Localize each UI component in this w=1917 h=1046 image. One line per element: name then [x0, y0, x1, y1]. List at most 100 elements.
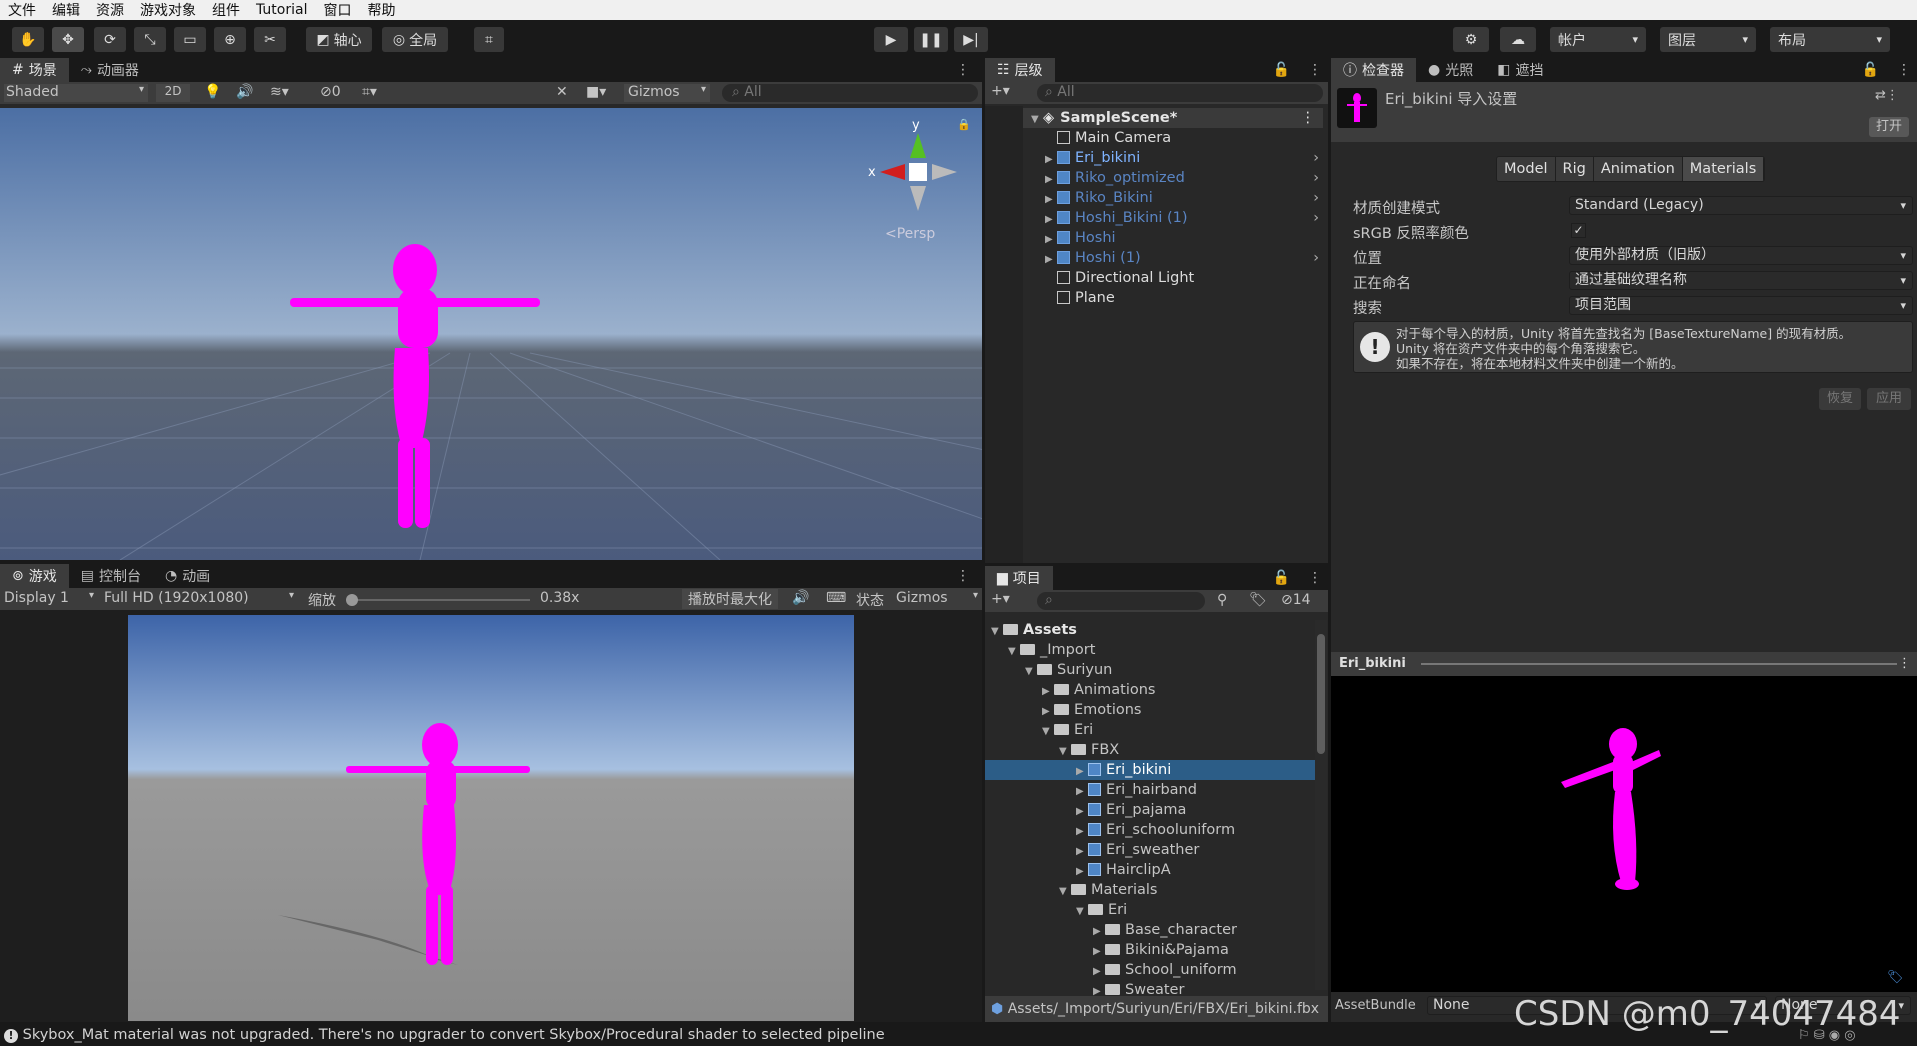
expand-arrow-icon[interactable]: ▼ — [1059, 742, 1071, 762]
project-item[interactable]: ▶ Animations — [985, 680, 1315, 700]
create-asset-button[interactable]: +▾ — [991, 591, 1010, 607]
expand-arrow-icon[interactable]: ▶ — [1093, 962, 1105, 982]
menu-item-0[interactable]: 文件 — [0, 0, 44, 20]
play-button[interactable]: ▶ — [874, 27, 908, 52]
game-view[interactable] — [128, 615, 854, 1021]
expand-arrow-icon[interactable]: ▶ — [1042, 682, 1054, 702]
hierarchy-item[interactable]: ▶ Riko_Bikini › — [1023, 188, 1323, 208]
project-search-input[interactable]: ⌕ — [1037, 592, 1205, 610]
tab-lighting[interactable]: ● 光照 — [1416, 58, 1485, 82]
srgb-checkbox[interactable]: ✓ — [1571, 223, 1586, 238]
tab-animator[interactable]: ⤳ 动画器 — [69, 58, 151, 82]
field-dropdown[interactable]: Standard (Legacy) — [1569, 196, 1913, 215]
menu-item-4[interactable]: 组件 — [204, 0, 248, 20]
persp-label[interactable]: <Persp — [885, 226, 935, 242]
project-item[interactable]: ▶ Sweater — [985, 980, 1315, 996]
expand-arrow-icon[interactable]: ▼ — [1042, 722, 1054, 742]
menu-item-7[interactable]: 帮助 — [359, 0, 403, 20]
resolution-dropdown[interactable]: Full HD (1920x1080) ▾ — [104, 590, 296, 606]
move-tool-icon[interactable]: ✥ — [52, 27, 84, 52]
menu-item-1[interactable]: 编辑 — [44, 0, 88, 20]
scene-root[interactable]: ▼ ◈ SampleScene* ⋮ — [1023, 108, 1323, 128]
gizmos-dropdown[interactable]: Gizmos ▾ — [624, 84, 710, 102]
scale-slider[interactable] — [346, 594, 530, 606]
project-item[interactable]: ▶ HairclipA — [985, 860, 1315, 880]
hidden-packages-toggle[interactable]: ⊘14 — [1281, 592, 1311, 608]
hierarchy-search-input[interactable]: ⌕ All — [1037, 84, 1323, 102]
expand-arrow-icon[interactable]: ▼ — [1031, 110, 1043, 130]
project-item[interactable]: ▼ _Import — [985, 640, 1315, 660]
panel-menu-icon[interactable]: ⋮ — [1302, 566, 1328, 590]
project-item[interactable]: ▼ Materials — [985, 880, 1315, 900]
project-item[interactable]: ▶ Base_character — [985, 920, 1315, 940]
hierarchy-item[interactable]: Plane — [1023, 288, 1323, 308]
menu-item-3[interactable]: 游戏对象 — [132, 0, 204, 20]
lighting-toggle-icon[interactable]: 💡 — [204, 84, 221, 100]
open-prefab-icon[interactable]: › — [1313, 188, 1319, 208]
preview-menu-icon[interactable]: ⋮ — [1898, 652, 1911, 676]
expand-arrow-icon[interactable]: ▶ — [1045, 150, 1057, 170]
scene-view[interactable]: y x <Persp 🔒 — [0, 108, 982, 560]
scene-search-input[interactable]: ⌕ All — [722, 84, 978, 102]
layout-dropdown[interactable]: 布局 — [1770, 27, 1890, 52]
rotate-tool-icon[interactable]: ⟳ — [94, 27, 126, 52]
account-dropdown[interactable]: 帐户 — [1550, 27, 1646, 52]
subtab-animation[interactable]: Animation — [1593, 157, 1683, 181]
pause-button[interactable]: ❚❚ — [914, 27, 948, 52]
project-item[interactable]: ▼ Eri — [985, 900, 1315, 920]
expand-arrow-icon[interactable]: ▼ — [1076, 902, 1088, 922]
filter-by-label-icon[interactable]: 🏷 — [1249, 592, 1267, 608]
global-toggle[interactable]: ◎ 全局 — [382, 27, 448, 52]
project-item[interactable]: ▶ School_uniform — [985, 960, 1315, 980]
label-tag-icon[interactable]: 🏷 — [1887, 970, 1904, 985]
project-item[interactable]: ▼ FBX — [985, 740, 1315, 760]
step-button[interactable]: ▶| — [954, 27, 988, 52]
pivot-toggle[interactable]: ◩ 轴心 — [306, 27, 372, 52]
project-item[interactable]: ▶ Bikini&Pajama — [985, 940, 1315, 960]
expand-arrow-icon[interactable]: ▶ — [1076, 822, 1088, 842]
project-item[interactable]: ▼ Eri — [985, 720, 1315, 740]
hierarchy-item[interactable]: ▶ Riko_optimized › — [1023, 168, 1323, 188]
camera-dropdown-icon[interactable]: ■▾ — [586, 84, 606, 100]
expand-arrow-icon[interactable]: ▶ — [1045, 190, 1057, 210]
project-item[interactable]: ▶ Eri_sweather — [985, 840, 1315, 860]
field-dropdown[interactable]: 通过基础纹理名称 — [1569, 271, 1913, 290]
expand-arrow-icon[interactable]: ▶ — [1045, 170, 1057, 190]
project-item[interactable]: ▶ Eri_pajama — [985, 800, 1315, 820]
presets-icon[interactable]: ⇄⋮ — [1875, 88, 1899, 103]
hierarchy-item[interactable]: Main Camera — [1023, 128, 1323, 148]
hand-tool-icon[interactable]: ✋ — [12, 27, 44, 52]
tab-hierarchy[interactable]: ☷ 层级 — [985, 58, 1055, 82]
open-prefab-icon[interactable]: › — [1313, 248, 1319, 268]
expand-arrow-icon[interactable]: ▼ — [1059, 882, 1071, 902]
layers-dropdown[interactable]: 图层 — [1660, 27, 1756, 52]
open-prefab-icon[interactable]: › — [1313, 208, 1319, 228]
tab-inspector[interactable]: ⓘ 检查器 — [1331, 58, 1416, 82]
tab-console[interactable]: ▤ 控制台 — [69, 564, 153, 588]
expand-arrow-icon[interactable]: ▶ — [1093, 982, 1105, 996]
panel-menu-icon[interactable]: ⋮ — [944, 58, 982, 82]
lock-icon[interactable]: 🔓 — [1850, 58, 1891, 82]
project-item[interactable]: ▶ Eri_bikini — [985, 760, 1315, 780]
custom-tool-icon[interactable]: ✂ — [254, 27, 286, 52]
panel-menu-icon[interactable]: ⋮ — [1302, 58, 1328, 82]
hierarchy-item[interactable]: ▶ Hoshi — [1023, 228, 1323, 248]
hierarchy-item[interactable]: ▶ Eri_bikini › — [1023, 148, 1323, 168]
add-object-button[interactable]: +▾ — [991, 83, 1010, 99]
rect-tool-icon[interactable]: ▭ — [174, 27, 206, 52]
project-item[interactable]: ▶ Eri_hairband — [985, 780, 1315, 800]
expand-arrow-icon[interactable]: ▶ — [1076, 802, 1088, 822]
menu-item-6[interactable]: 窗口 — [315, 0, 359, 20]
tools-icon[interactable]: ✕ — [556, 84, 568, 100]
menu-item-2[interactable]: 资源 — [88, 0, 132, 20]
preview-model[interactable] — [1531, 722, 1731, 922]
expand-arrow-icon[interactable]: ▼ — [1008, 642, 1020, 662]
project-item[interactable]: ▼ Suriyun — [985, 660, 1315, 680]
open-button[interactable]: 打开 — [1869, 117, 1909, 137]
menu-item-5[interactable]: Tutorial — [248, 2, 315, 18]
hierarchy-item[interactable]: ▶ Hoshi_Bikini (1) › — [1023, 208, 1323, 228]
field-dropdown[interactable]: 项目范围 — [1569, 296, 1913, 315]
effects-toggle-icon[interactable]: ≋▾ — [270, 84, 289, 100]
expand-arrow-icon[interactable]: ▶ — [1045, 230, 1057, 250]
grid-toggle-icon[interactable]: ⌗▾ — [362, 84, 377, 100]
